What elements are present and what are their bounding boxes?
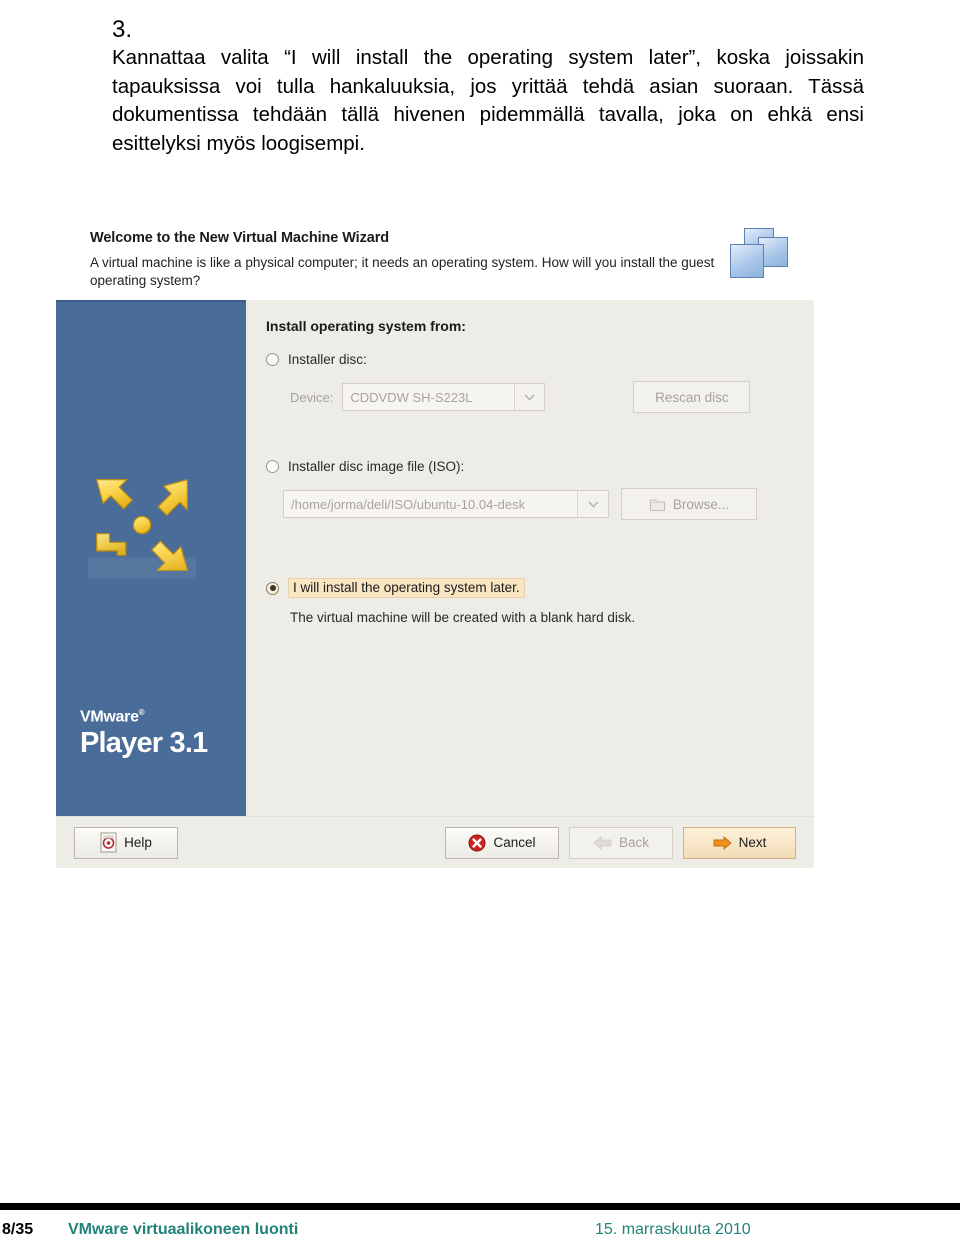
radio-install-later-label: I will install the operating system late… — [288, 578, 525, 598]
wizard-subtitle: A virtual machine is like a physical com… — [90, 255, 715, 289]
footer-action-buttons: Cancel Back Next — [445, 826, 796, 859]
wizard-sidebar: VMware® Player 3.1 — [56, 300, 246, 816]
cancel-label: Cancel — [493, 835, 536, 850]
brand-vmware-label: VMware® — [80, 708, 145, 726]
next-button[interactable]: Next — [683, 826, 796, 859]
browse-button[interactable]: Browse... — [621, 488, 757, 520]
radio-iso-image-icon[interactable] — [266, 460, 279, 473]
folder-icon — [649, 498, 665, 511]
device-field-label: Device: — [290, 389, 334, 405]
page-footer: 8/35 VMware virtuaalikoneen luonti 15. m… — [0, 1218, 960, 1248]
page-number: 8/35 — [2, 1221, 34, 1238]
footer-document-title: VMware virtuaalikoneen luonti — [68, 1221, 299, 1238]
stacked-squares-icon — [728, 228, 790, 280]
help-document-icon — [100, 832, 117, 853]
footer-divider-rule — [0, 1203, 960, 1210]
footer-date: 15. marraskuuta 2010 — [595, 1221, 751, 1238]
back-label: Back — [618, 835, 649, 850]
radio-installer-disc-label: Installer disc: — [288, 352, 367, 367]
install-later-description: The virtual machine will be created with… — [290, 610, 636, 625]
radio-option-install-later[interactable]: I will install the operating system late… — [266, 578, 814, 598]
next-label: Next — [738, 835, 767, 850]
wizard-main-panel: Install operating system from: Installer… — [246, 300, 814, 816]
device-row: Device: CDDVDW SH-S223L Rescan disc — [290, 381, 814, 413]
help-label: Help — [124, 835, 152, 850]
error-circle-icon — [468, 834, 486, 851]
list-item-number: 3. — [112, 16, 133, 43]
wizard-header: Welcome to the New Virtual Machine Wizar… — [56, 222, 814, 300]
help-button[interactable]: Help — [74, 826, 178, 859]
wizard-footer: Help Cancel Back Next — [56, 816, 814, 868]
wizard-title: Welcome to the New Virtual Machine Wizar… — [90, 230, 389, 246]
back-arrow-icon — [593, 835, 612, 850]
radio-installer-disc-icon[interactable] — [266, 353, 279, 366]
cancel-button[interactable]: Cancel — [445, 826, 559, 859]
radio-iso-image-label: Installer disc image file (ISO): — [288, 459, 465, 474]
vmware-new-vm-wizard-dialog: Welcome to the New Virtual Machine Wizar… — [56, 222, 814, 868]
device-combobox-value: CDDVDW SH-S223L — [350, 389, 473, 405]
vmware-arrows-logo — [88, 478, 196, 579]
radio-install-later-icon[interactable] — [266, 581, 279, 595]
iso-path-combobox[interactable]: /home/jorma/deli/ISO/ubuntu-10.04-desk — [283, 490, 609, 518]
slide-paragraph: Kannattaa valita “I will install the ope… — [112, 46, 864, 156]
chevron-down-icon[interactable] — [513, 384, 545, 410]
iso-path-value: /home/jorma/deli/ISO/ubuntu-10.04-desk — [291, 496, 526, 512]
trademark-symbol: ® — [138, 708, 145, 718]
wizard-body: VMware® Player 3.1 Install operating sys… — [56, 300, 814, 816]
rescan-disc-button[interactable]: Rescan disc — [633, 381, 751, 413]
device-combobox[interactable]: CDDVDW SH-S223L — [342, 383, 546, 411]
iso-row: /home/jorma/deli/ISO/ubuntu-10.04-desk B… — [283, 488, 814, 520]
brand-player-version: Player 3.1 — [80, 726, 208, 759]
next-arrow-icon — [713, 835, 732, 850]
radio-option-installer-disc[interactable]: Installer disc: — [266, 352, 814, 367]
vmware-player-brand: VMware® Player 3.1 — [80, 708, 208, 759]
slide-text-block: 3. Kannattaa valita “I will install the … — [112, 18, 872, 159]
rescan-disc-label: Rescan disc — [655, 389, 729, 405]
section-title: Install operating system from: — [266, 318, 466, 334]
radio-option-iso-image[interactable]: Installer disc image file (ISO): — [266, 459, 814, 474]
browse-label: Browse... — [672, 496, 730, 512]
chevron-down-icon[interactable] — [577, 491, 608, 517]
back-button[interactable]: Back — [569, 826, 673, 859]
